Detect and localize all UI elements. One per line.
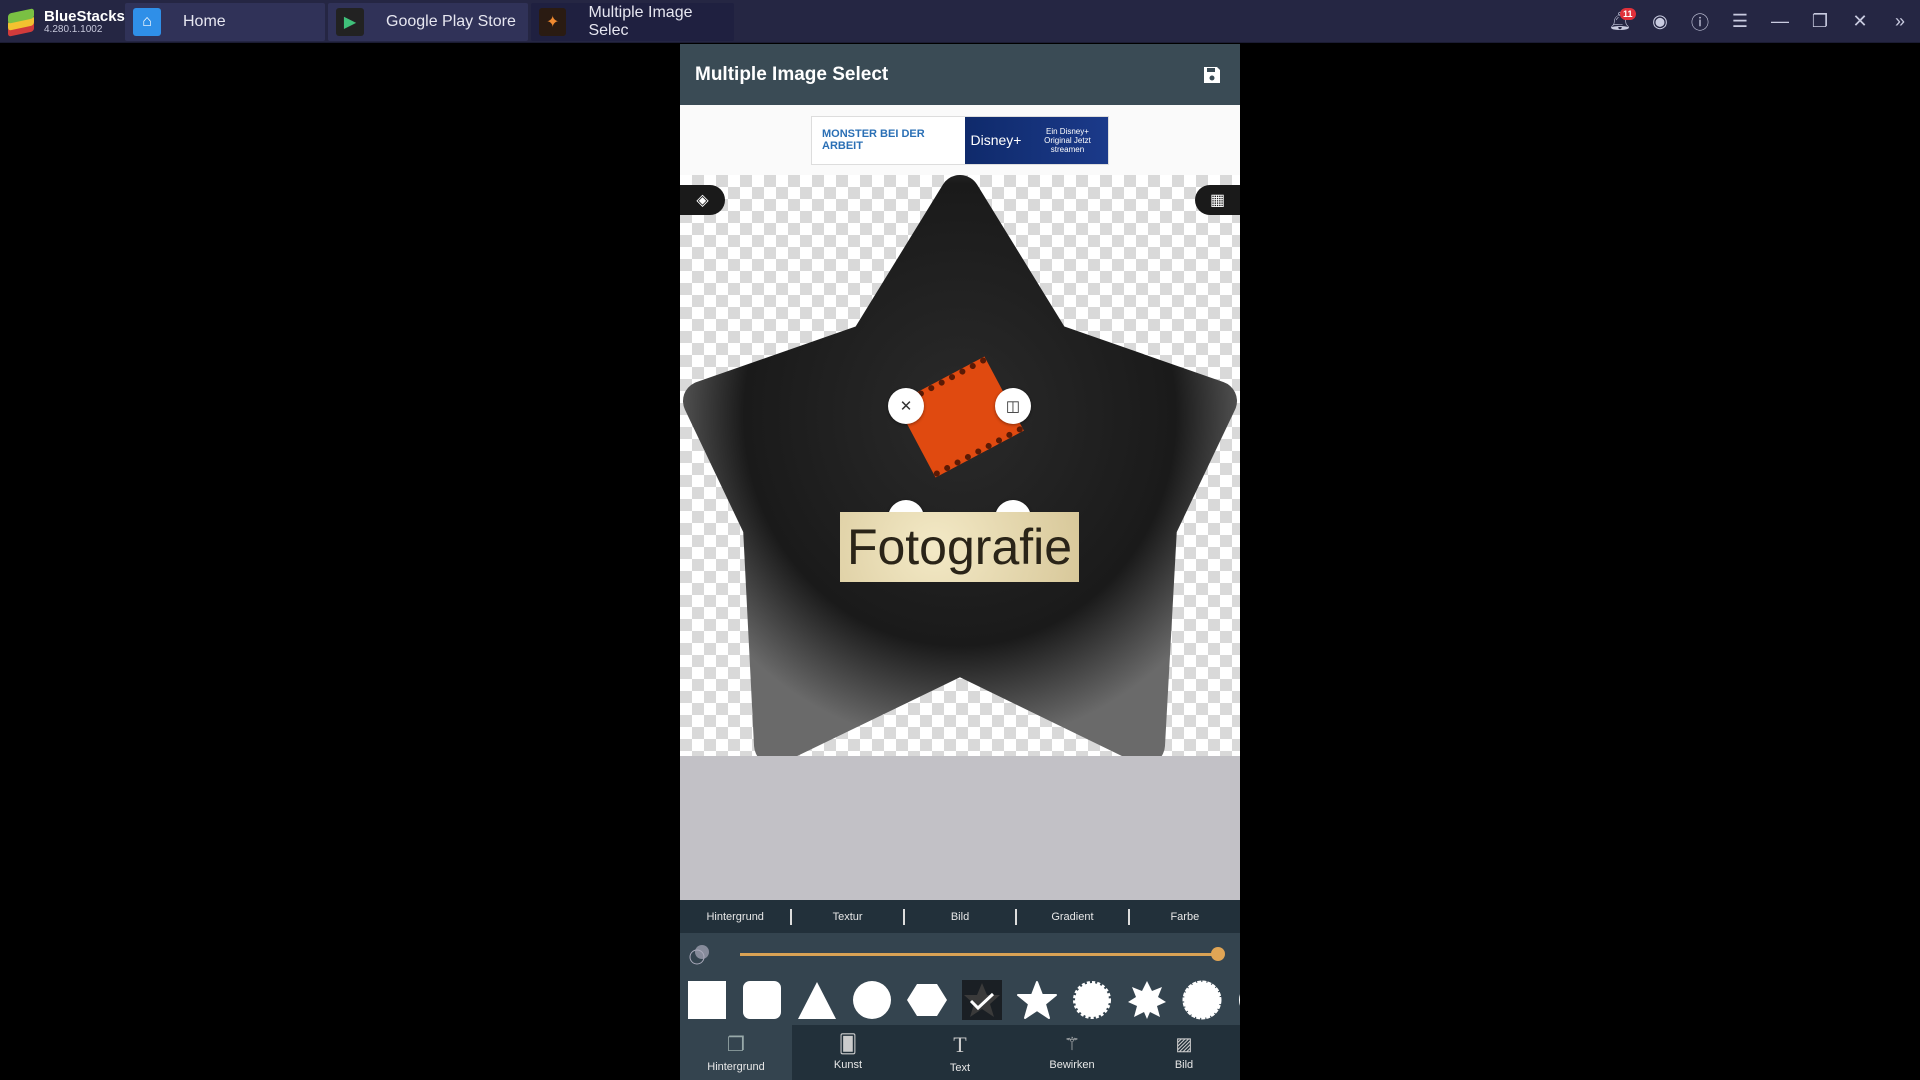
layers-button[interactable]: ◈ bbox=[680, 185, 725, 215]
subtab-textur[interactable]: Textur bbox=[792, 908, 905, 925]
shape-eight-point-star[interactable] bbox=[1127, 980, 1167, 1020]
nav-text[interactable]: T Text bbox=[904, 1025, 1016, 1080]
restore-icon: ❐ bbox=[1811, 11, 1829, 31]
shape-triangle[interactable] bbox=[797, 980, 837, 1020]
background-icon: ❐ bbox=[727, 1034, 745, 1056]
editor-canvas[interactable]: ◈ ▦ ✕ ◫ ↻ ⤡ Fotografie bbox=[680, 175, 1240, 756]
shape-star[interactable] bbox=[1017, 980, 1057, 1020]
cards-icon: 🂠 bbox=[838, 1034, 858, 1054]
tab-multiple-image-select[interactable]: ✦ Multiple Image Selec bbox=[531, 3, 734, 41]
shape-hexagon[interactable] bbox=[907, 980, 947, 1020]
minimize-icon: — bbox=[1771, 11, 1789, 31]
play-store-icon: ▶ bbox=[336, 8, 364, 36]
opacity-row bbox=[680, 933, 1240, 975]
notifications-button[interactable]: 🔔︎ 11 bbox=[1600, 0, 1640, 43]
magic-wand-icon: ⚚ bbox=[1063, 1034, 1081, 1054]
opacity-slider[interactable] bbox=[740, 953, 1218, 956]
app-header: Multiple Image Select bbox=[680, 44, 1240, 105]
tab-home[interactable]: ⌂ Home bbox=[125, 3, 325, 41]
restore-button[interactable]: ❐ bbox=[1800, 0, 1840, 43]
user-icon: ◉ bbox=[1652, 11, 1668, 31]
nav-label: Bild bbox=[1174, 1059, 1194, 1071]
help-icon: ⓘ bbox=[1691, 12, 1709, 33]
tab-label: Home bbox=[183, 13, 226, 30]
shape-picker bbox=[680, 975, 1240, 1025]
ad-text: Ein Disney+ Original Jetzt streamen bbox=[1044, 126, 1091, 154]
shape-rounded-square[interactable] bbox=[742, 980, 782, 1020]
subtab-hintergrund[interactable]: Hintergrund bbox=[680, 908, 793, 925]
shape-star-selected[interactable] bbox=[962, 980, 1002, 1020]
close-icon: ✕ bbox=[1852, 11, 1868, 31]
opacity-slider-knob[interactable] bbox=[1211, 947, 1225, 961]
android-app: Multiple Image Select MONSTER BEI DER AR… bbox=[680, 44, 1240, 1080]
shape-more[interactable] bbox=[1237, 980, 1240, 1020]
bluestacks-titlebar: BlueStacks 4.280.1.1002 ⌂ Home ▶ Google Pla… bbox=[0, 0, 1920, 43]
version: 4.280.1.1002 bbox=[44, 24, 103, 35]
home-icon: ⌂ bbox=[133, 8, 161, 36]
canvas-text: Fotografie bbox=[846, 519, 1073, 575]
subtab-farbe[interactable]: Farbe bbox=[1130, 909, 1240, 925]
nav-label: Hintergrund bbox=[707, 1061, 765, 1073]
ad-title: MONSTER BEI DER ARBEIT bbox=[812, 116, 965, 164]
shape-scalloped-circle-2[interactable] bbox=[1182, 980, 1222, 1020]
nav-bewirken[interactable]: ⚚ Bewirken bbox=[1016, 1025, 1128, 1080]
bluestacks-brand: BlueStacks 4.280.1.1002 bbox=[6, 4, 125, 40]
grid-button[interactable]: ▦ bbox=[1195, 185, 1240, 215]
opacity-icon bbox=[689, 945, 709, 965]
menu-button[interactable]: ☰ bbox=[1720, 0, 1760, 43]
flip-icon: ◫ bbox=[1005, 398, 1021, 415]
help-button[interactable]: ⓘ bbox=[1680, 0, 1720, 43]
ad-area: MONSTER BEI DER ARBEIT Disney+ Ein Disney… bbox=[680, 105, 1240, 175]
nav-hintergrund[interactable]: ❐ Hintergrund bbox=[680, 1025, 792, 1080]
app-icon: ✦ bbox=[539, 8, 567, 36]
notification-badge: 11 bbox=[1620, 8, 1636, 20]
brand-name: BlueStacks bbox=[44, 8, 125, 25]
save-icon[interactable] bbox=[1202, 65, 1222, 85]
subtab-gradient[interactable]: Gradient bbox=[1017, 908, 1130, 925]
text-icon: T bbox=[953, 1031, 967, 1057]
shape-circle[interactable] bbox=[852, 980, 892, 1020]
account-button[interactable]: ◉ bbox=[1640, 0, 1680, 43]
layers-icon: ◈ bbox=[696, 192, 709, 209]
image-icon: ▨ bbox=[1175, 1034, 1193, 1054]
star-shape bbox=[683, 175, 1237, 756]
ad-brand: Disney+ bbox=[970, 132, 1022, 148]
shape-scalloped-circle[interactable] bbox=[1072, 980, 1112, 1020]
nav-label: Bewirken bbox=[1049, 1059, 1095, 1071]
grid-icon: ▦ bbox=[1209, 192, 1226, 209]
ad-banner[interactable]: MONSTER BEI DER ARBEIT Disney+ Ein Disney… bbox=[811, 115, 1109, 165]
delete-handle[interactable]: ✕ bbox=[888, 388, 924, 424]
menu-icon: ☰ bbox=[1731, 11, 1749, 31]
minimize-button[interactable]: — bbox=[1760, 0, 1800, 43]
tab-label: Google Play Store bbox=[386, 13, 516, 30]
tab-label: Multiple Image Selec bbox=[588, 4, 693, 39]
sidebar-toggle-button[interactable]: » bbox=[1880, 0, 1920, 43]
tab-google-play-store[interactable]: ▶ Google Play Store bbox=[328, 3, 528, 41]
bluestacks-logo bbox=[6, 8, 36, 37]
double-chevron-right-icon: » bbox=[1894, 11, 1905, 31]
shape-square[interactable] bbox=[687, 980, 727, 1020]
bottom-navigation: ❐ Hintergrund 🂠 Kunst T Text ⚚ Bewirken ▨ Bil… bbox=[680, 1025, 1240, 1080]
nav-label: Kunst bbox=[833, 1059, 863, 1071]
close-icon: ✕ bbox=[899, 398, 913, 415]
background-subtabs: Hintergrund Textur Bild Gradient Farbe bbox=[680, 900, 1240, 933]
nav-kunst[interactable]: 🂠 Kunst bbox=[792, 1025, 904, 1080]
subtab-bild[interactable]: Bild bbox=[905, 908, 1018, 925]
close-button[interactable]: ✕ bbox=[1840, 0, 1880, 43]
nav-bild[interactable]: ▨ Bild bbox=[1128, 1025, 1240, 1080]
flip-handle[interactable]: ◫ bbox=[995, 388, 1031, 424]
app-title: Multiple Image Select bbox=[695, 63, 889, 85]
nav-label: Text bbox=[949, 1061, 971, 1074]
text-layer[interactable]: Fotografie bbox=[840, 512, 1079, 582]
